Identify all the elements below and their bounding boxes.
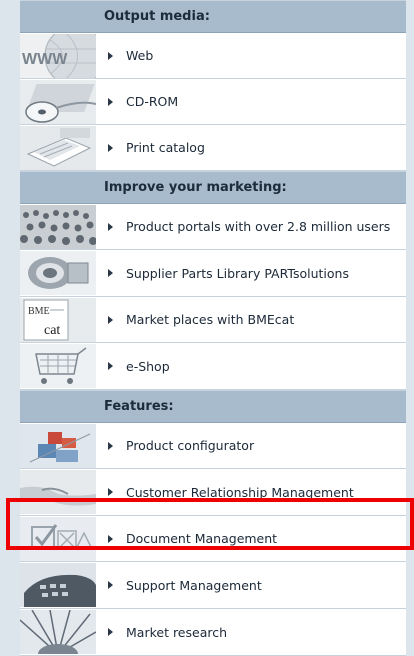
menu-item-product-configurator[interactable]: Product configurator <box>20 423 406 469</box>
menu-item-label: Supplier Parts Library PARTsolutions <box>126 265 349 281</box>
menu-item-label: Customer Relationship Management <box>126 484 354 500</box>
arrow-icon <box>108 488 113 496</box>
handshake-icon <box>20 470 96 514</box>
menu-item-crm[interactable]: Customer Relationship Management <box>20 469 406 516</box>
menu-item-label: Support Management <box>126 577 262 593</box>
arrow-icon <box>108 362 113 370</box>
arrow-icon <box>108 97 113 106</box>
shopping-cart-icon <box>20 344 96 388</box>
svg-text:BME: BME <box>28 306 50 317</box>
arrow-icon <box>108 51 113 60</box>
arrow-icon <box>108 315 113 324</box>
menu-item-market-research[interactable]: Market research <box>20 609 406 656</box>
menu-item-market-places-bmecat[interactable]: BME cat Market places with BMEcat <box>20 297 406 343</box>
menu-item-product-portals[interactable]: Product portals with over 2.8 million us… <box>20 204 406 250</box>
menu-item-label: Market research <box>126 624 228 640</box>
svg-text:WWW: WWW <box>22 51 68 68</box>
cd-rom-icon <box>20 79 96 124</box>
bmecat-icon: BME cat <box>20 297 96 342</box>
menu-item-label: Print catalog <box>126 140 205 155</box>
configurator-icon <box>20 423 96 468</box>
menu-item-print-catalog[interactable]: Print catalog <box>20 125 406 171</box>
arrow-icon <box>108 581 113 589</box>
menu-item-web[interactable]: WWW Web <box>20 33 406 79</box>
menu-item-label: Product configurator <box>126 438 255 453</box>
document-checklist-icon <box>20 516 96 561</box>
www-globe-icon: WWW <box>20 33 96 78</box>
menu-item-label: e-Shop <box>126 358 170 374</box>
menu-item-label: Document Management <box>126 531 278 546</box>
crowd-icon <box>20 204 96 249</box>
phone-icon <box>20 563 96 607</box>
menu-item-e-shop[interactable]: e-Shop <box>20 343 406 390</box>
menu-item-cd-rom[interactable]: CD-ROM <box>20 79 406 125</box>
arrow-icon <box>108 269 113 277</box>
menu-item-label: CD-ROM <box>126 94 179 109</box>
arrow-icon <box>108 441 113 450</box>
menu-item-document-management[interactable]: Document Management <box>20 516 406 562</box>
radar-icon <box>20 610 96 654</box>
arrow-icon <box>108 143 113 152</box>
arrow-icon <box>108 222 113 231</box>
menu-item-label: Market places with BMEcat <box>126 312 295 327</box>
menu-panel: Output media: WWW Web CD-ROM Print catal… <box>20 0 406 656</box>
menu-item-supplier-parts-library[interactable]: Supplier Parts Library PARTsolutions <box>20 250 406 297</box>
section-header-improve-marketing: Improve your marketing: <box>20 171 406 204</box>
menu-item-label: Web <box>126 48 154 63</box>
section-header-output-media: Output media: <box>20 0 406 33</box>
menu-item-support-management[interactable]: Support Management <box>20 562 406 609</box>
menu-item-label: Product portals with over 2.8 million us… <box>126 219 391 234</box>
parts-library-icon <box>20 251 96 295</box>
svg-text:cat: cat <box>44 323 60 338</box>
arrow-icon <box>108 628 113 636</box>
section-header-features: Features: <box>20 390 406 423</box>
print-catalog-icon <box>20 125 96 170</box>
arrow-icon <box>108 534 113 543</box>
